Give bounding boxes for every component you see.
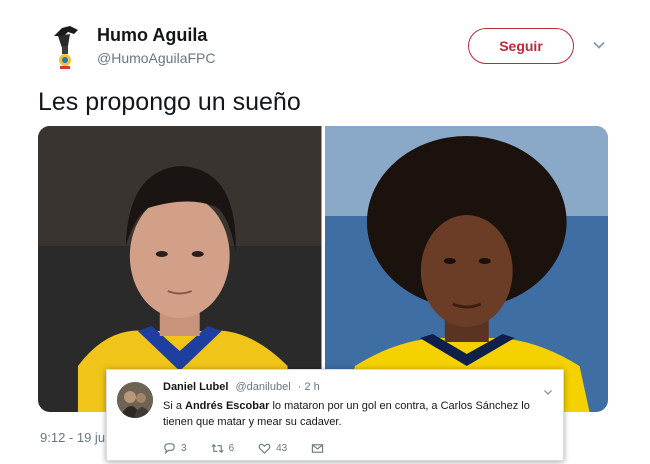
author-name[interactable]: Humo Aguila [97, 25, 207, 46]
like-action[interactable]: 43 [258, 442, 287, 455]
reply-actions: 3 6 43 [163, 442, 353, 455]
message-icon [312, 444, 324, 453]
caret-down-icon[interactable] [592, 38, 606, 52]
reply-text: Si a Andrés Escobar lo mataron por un go… [163, 400, 530, 428]
tweet-text: Les propongo un sueño [38, 88, 301, 116]
tweet-timestamp[interactable]: 9:12 - 19 ju [40, 430, 105, 445]
retweet-count: 6 [228, 443, 235, 454]
follow-button[interactable]: Seguir [468, 28, 574, 64]
reply-card[interactable]: Daniel Lubel @danilubel · 2 h Si a André… [106, 369, 564, 461]
reply-count: 3 [181, 443, 187, 454]
like-icon [258, 443, 271, 454]
retweet-icon [211, 443, 224, 454]
reply-time[interactable]: · 2 h [298, 381, 320, 393]
caret-down-icon[interactable] [543, 384, 553, 395]
message-action[interactable] [311, 442, 329, 455]
mention-bold: Andrés Escobar [185, 400, 270, 412]
reply-handle[interactable]: @danilubel [235, 381, 290, 393]
reply-author-name[interactable]: Daniel Lubel [163, 381, 228, 393]
reply-header: Daniel Lubel @danilubel · 2 h [163, 381, 320, 393]
reply-icon [164, 443, 175, 455]
like-count: 43 [276, 443, 288, 454]
author-avatar[interactable] [48, 22, 86, 70]
retweet-action[interactable]: 6 [211, 442, 235, 455]
author-handle[interactable]: @HumoAguilaFPC [97, 50, 215, 66]
reply-avatar[interactable] [117, 382, 153, 418]
reply-action[interactable]: 3 [163, 442, 187, 455]
